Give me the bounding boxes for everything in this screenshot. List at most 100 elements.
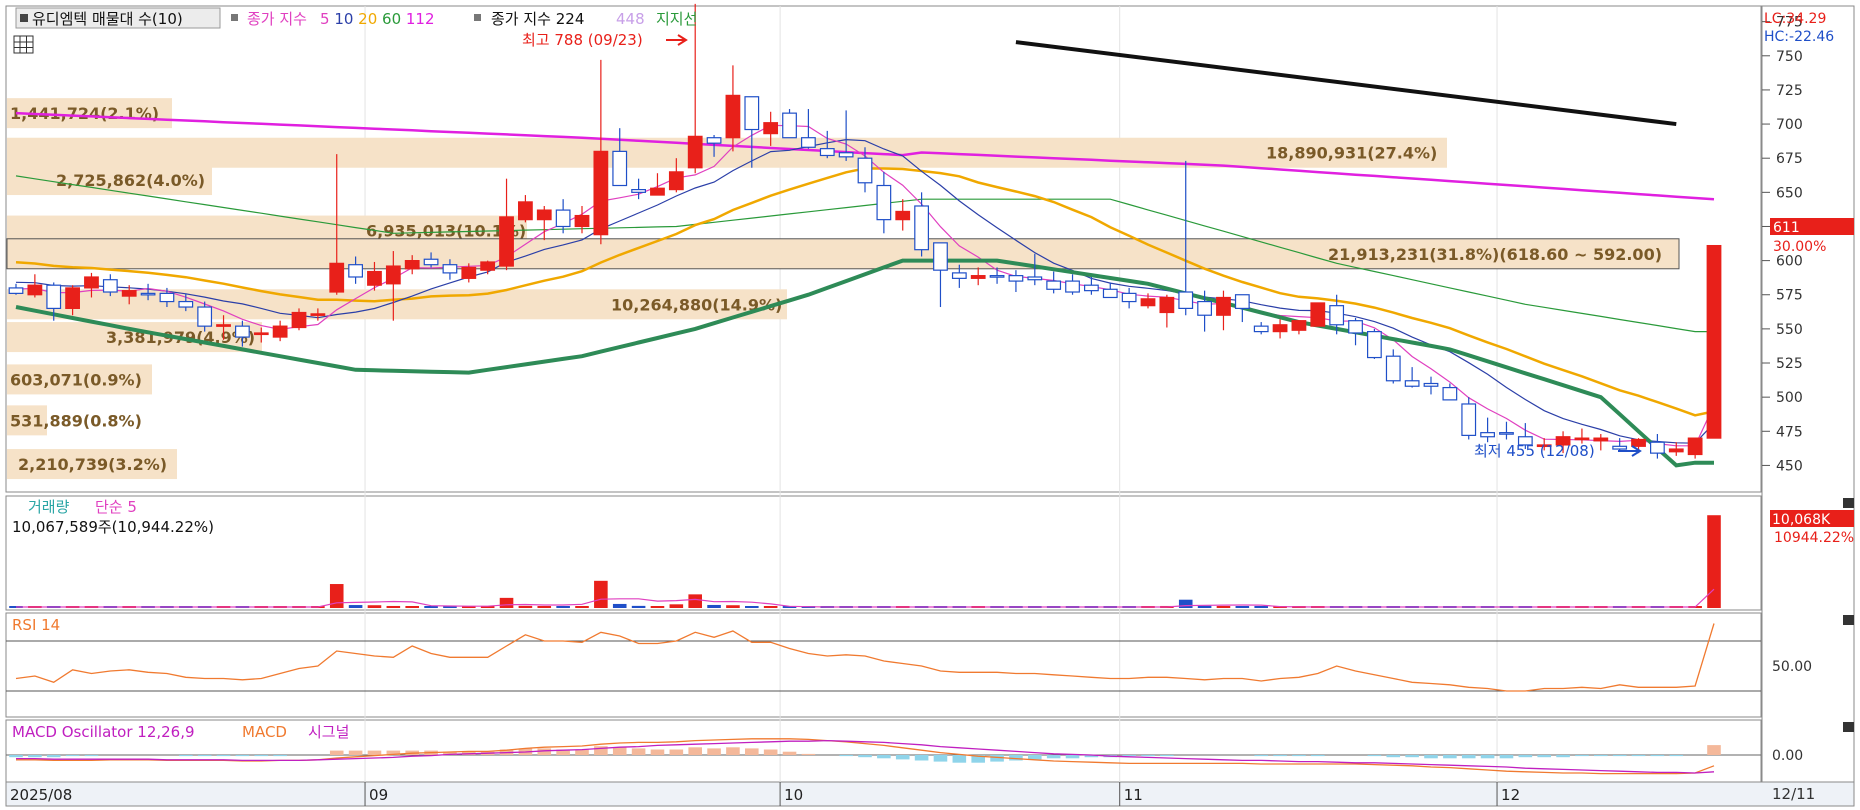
candle-body — [1329, 305, 1345, 326]
candle-body — [423, 258, 439, 266]
grid-table-icon[interactable] — [13, 35, 34, 54]
volume-profile-label: 603,071(0.9%) — [10, 370, 142, 389]
volume-profile-label: 2,210,739(3.2%) — [18, 455, 167, 474]
title-button-label: 유디엠텍 매물대 수(10) — [32, 10, 183, 28]
macd-osc-bar — [858, 755, 872, 758]
volume-bar — [726, 605, 740, 608]
candle-body — [876, 184, 892, 221]
time-tick-label: 10 — [784, 786, 803, 804]
volume-bar — [745, 606, 759, 608]
macd-osc-bar — [688, 747, 702, 755]
volume-bar — [707, 604, 721, 608]
ma-legend-periods: 5 10 20 60 112 — [320, 10, 435, 28]
close-icon[interactable] — [1843, 722, 1854, 732]
candle-body — [197, 306, 213, 327]
price-tick-label: 450 — [1776, 458, 1803, 474]
macd-osc-bar — [1254, 755, 1268, 757]
candle-body — [951, 272, 967, 279]
rsi-line — [15, 623, 1715, 692]
candle-body — [1027, 276, 1043, 281]
volume-bar — [405, 606, 419, 608]
macd-osc-bar — [763, 749, 778, 755]
macd-osc-bar — [1669, 755, 1684, 757]
candle-body — [1178, 291, 1194, 309]
macd-osc-bar — [801, 753, 816, 755]
candle-body — [1197, 300, 1212, 316]
candle-body — [1461, 403, 1477, 436]
macd-line-label: MACD — [242, 723, 287, 741]
candle-body — [857, 157, 873, 184]
price-tick-label: 650 — [1776, 185, 1803, 201]
ma-legend-mark — [231, 14, 238, 21]
candle-body — [536, 209, 552, 221]
rsi-legend: RSI 14 50.00 — [12, 616, 1812, 675]
candle-body — [1668, 448, 1684, 453]
current-price-label: 611 — [1773, 220, 1800, 236]
resistance-trend-line — [1015, 40, 1677, 127]
current-pct-label: 30.00% — [1773, 239, 1826, 255]
volume-ma-label: 단순 5 — [95, 498, 137, 516]
volume-bar — [367, 605, 382, 608]
close-icon[interactable] — [1843, 615, 1854, 625]
candle-body — [593, 150, 609, 236]
macd-osc-bar — [1367, 755, 1382, 757]
macd-zero-label: 0.00 — [1772, 748, 1803, 764]
candle-body — [838, 152, 854, 158]
macd-osc-bar — [1386, 755, 1401, 758]
macd-osc-bar — [914, 755, 929, 761]
price-tick-label: 700 — [1776, 117, 1803, 133]
price-tick-label: 525 — [1776, 356, 1803, 372]
macd-osc-bar — [1405, 755, 1419, 758]
macd-osc-bar — [839, 755, 853, 757]
volume-bar — [1235, 606, 1250, 608]
volume-bar — [594, 580, 608, 608]
ma-legend-prefix: 종가 지수 — [247, 10, 307, 28]
macd-osc-bar — [612, 747, 627, 755]
price-tick-label: 575 — [1776, 288, 1803, 304]
main-legend: 유디엠텍 매물대 수(10) 종가 지수 5 10 20 60 112 종가 지… — [15, 7, 697, 29]
candle-body — [612, 150, 628, 187]
close-icon[interactable] — [1843, 498, 1854, 508]
volume-bar — [537, 606, 552, 608]
macd-osc-bar — [726, 747, 740, 755]
macd-osc-bar — [1160, 755, 1174, 757]
candle-body — [668, 171, 684, 191]
candle-body — [1385, 355, 1401, 382]
candle-body — [631, 189, 646, 193]
time-tick-label: 09 — [369, 786, 388, 804]
candle-body — [442, 264, 458, 274]
candle-body — [348, 264, 363, 278]
candle-body — [1159, 296, 1175, 314]
candle-body — [555, 209, 571, 228]
candle-body — [1046, 280, 1062, 290]
volume-bar — [518, 605, 533, 608]
price-tick-label: 500 — [1776, 390, 1803, 406]
stock-chart[interactable]: 1,441,724(2.1%)2,725,862(4.0%)6,935,013(… — [0, 0, 1860, 810]
candle-body — [480, 261, 496, 271]
macd-osc-bar — [952, 755, 967, 763]
macd-osc-bar — [273, 755, 287, 757]
macd-osc-bar — [1631, 755, 1646, 757]
candle-body — [933, 242, 948, 271]
candle-body — [1216, 296, 1231, 316]
price-tick-label: 725 — [1776, 83, 1803, 99]
macd-osc-bar — [9, 755, 23, 758]
candle-body — [1348, 320, 1363, 334]
volume-bar — [1178, 599, 1193, 608]
candle-body — [782, 112, 797, 139]
macd-osc-bar — [1518, 755, 1533, 758]
macd-osc-bar — [329, 750, 344, 755]
volume-legend: 거래량 단순 5 10,067,589주(10,944.22%) 10,068K… — [12, 498, 1854, 546]
volume-profile-label: 21,913,231(31.8%)(618.60 ~ 592.00) — [1328, 245, 1662, 264]
candle-body — [895, 210, 911, 221]
macd-osc-bar — [650, 749, 665, 755]
candle-body — [235, 325, 250, 338]
macd-osc-bar — [1499, 755, 1514, 759]
candle-body — [84, 276, 99, 289]
candle-body — [367, 270, 382, 286]
candle-body — [1367, 331, 1382, 359]
volume-bar — [386, 605, 401, 608]
candle-body — [1574, 437, 1590, 441]
price-tick-label: 675 — [1776, 151, 1803, 167]
time-tick-label: 12 — [1501, 786, 1520, 804]
